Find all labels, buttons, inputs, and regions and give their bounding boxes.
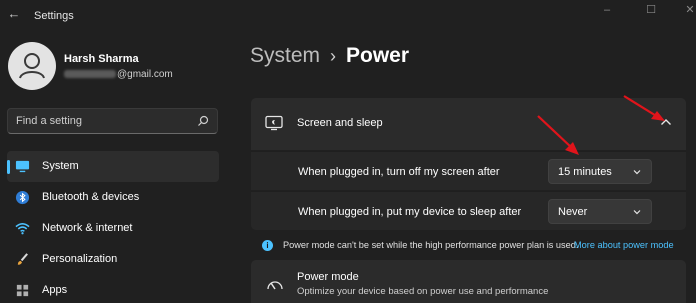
back-arrow-icon[interactable]: ←: [6, 6, 22, 22]
search-box[interactable]: [7, 108, 218, 134]
sidebar-item-label: Network & internet: [42, 222, 133, 234]
chevron-down-icon: [633, 170, 641, 175]
power-mode-description: Optimize your device based on power use …: [297, 286, 549, 297]
apps-icon: [16, 284, 29, 297]
sidebar-item-label: Bluetooth & devices: [42, 191, 140, 203]
info-text: Power mode can't be set while the high p…: [283, 240, 579, 250]
bluetooth-icon: [15, 190, 30, 205]
sidebar-item-network[interactable]: Network & internet: [7, 213, 219, 244]
close-button[interactable]: ✕: [680, 3, 696, 17]
user-avatar-icon: [19, 53, 45, 79]
sidebar-nav: System Bluetooth & devices Network & int…: [7, 151, 219, 303]
selection-indicator: [7, 160, 10, 174]
power-mode-card[interactable]: Power mode Optimize your device based on…: [251, 260, 686, 303]
breadcrumb-separator: ›: [330, 46, 337, 66]
more-about-power-mode-link[interactable]: More about power mode: [574, 240, 674, 250]
user-email: @gmail.com: [64, 69, 173, 80]
info-icon: i: [262, 240, 273, 251]
minimize-button[interactable]: –: [597, 3, 617, 17]
avatar[interactable]: [8, 42, 56, 90]
sleep-dropdown[interactable]: Never: [548, 199, 652, 224]
screen-off-row: When plugged in, turn off my screen afte…: [251, 151, 686, 190]
sidebar-item-label: Personalization: [42, 253, 118, 265]
breadcrumb: System › Power: [250, 44, 409, 68]
dropdown-value: Never: [558, 206, 588, 218]
search-input[interactable]: [16, 113, 196, 129]
brush-icon: [17, 253, 28, 265]
page-title: Power: [346, 44, 410, 67]
wifi-icon: [15, 223, 30, 235]
monitor-icon: [15, 160, 30, 173]
search-icon[interactable]: [197, 115, 209, 127]
sleep-label: When plugged in, put my device to sleep …: [298, 206, 522, 218]
user-email-domain: @gmail.com: [117, 69, 173, 80]
user-name: Harsh Sharma: [64, 53, 139, 65]
sidebar-item-personalization[interactable]: Personalization: [7, 244, 219, 275]
chevron-down-icon: [633, 210, 641, 215]
screen-sleep-title: Screen and sleep: [297, 117, 383, 129]
power-mode-icon: [267, 281, 283, 290]
redacted-email-prefix: [64, 70, 116, 79]
sleep-row: When plugged in, put my device to sleep …: [251, 191, 686, 230]
sidebar-item-label: System: [42, 160, 79, 172]
screen-sleep-icon: [265, 115, 283, 131]
app-title: Settings: [34, 10, 74, 22]
sidebar-item-system[interactable]: System: [7, 151, 219, 182]
power-mode-info: i Power mode can't be set while the high…: [262, 239, 692, 253]
power-mode-title: Power mode: [297, 271, 359, 283]
sidebar-item-apps[interactable]: Apps: [7, 275, 219, 303]
sidebar-item-label: Apps: [42, 284, 68, 296]
sidebar-item-bluetooth[interactable]: Bluetooth & devices: [7, 182, 219, 213]
screen-off-dropdown[interactable]: 15 minutes: [548, 159, 652, 184]
breadcrumb-parent[interactable]: System: [250, 44, 320, 67]
title-bar: ← Settings – ☐ ✕: [0, 0, 696, 30]
screen-sleep-header[interactable]: Screen and sleep: [251, 98, 686, 150]
dropdown-value: 15 minutes: [558, 166, 612, 178]
screen-off-label: When plugged in, turn off my screen afte…: [298, 166, 500, 178]
maximize-button[interactable]: ☐: [641, 3, 661, 17]
chevron-up-icon[interactable]: [660, 118, 672, 126]
